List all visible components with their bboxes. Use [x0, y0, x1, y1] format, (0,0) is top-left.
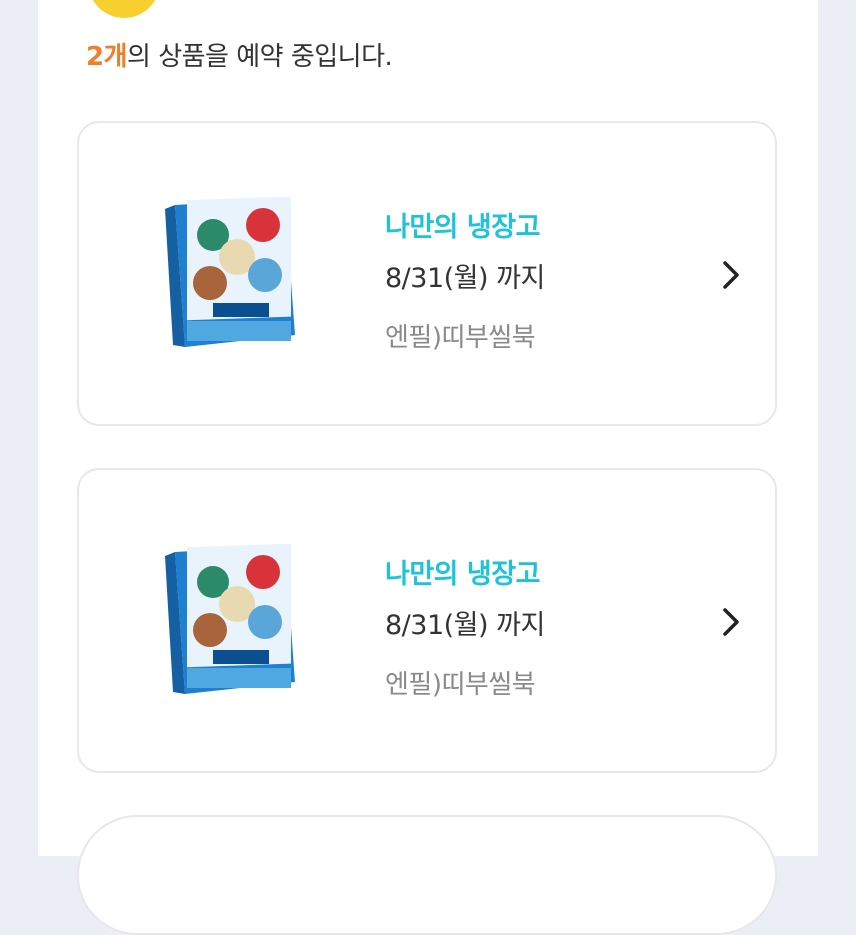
- chevron-right-icon[interactable]: [719, 606, 743, 638]
- sticker-book-box-image: [165, 543, 295, 694]
- reservation-info: 나만의 냉장고 8/31(월) 까지 엔필)띠부씰북: [385, 205, 545, 354]
- product-name: 엔필)띠부씰북: [385, 670, 536, 700]
- reservation-summary-text: 의 상품을 예약 중입니다.: [127, 42, 393, 72]
- pickup-deadline: 8/31(월) 까지: [385, 263, 545, 294]
- reservation-card[interactable]: 나만의 냉장고 8/31(월) 까지 엔필)띠부씰북: [77, 468, 777, 773]
- reservation-info: 나만의 냉장고 8/31(월) 까지 엔필)띠부씰북: [385, 552, 545, 701]
- bottom-action-button[interactable]: [77, 815, 777, 935]
- reservation-summary: 2개의 상품을 예약 중입니다.: [86, 36, 393, 73]
- reservation-count: 2개: [86, 42, 128, 72]
- reservation-card[interactable]: 나만의 냉장고 8/31(월) 까지 엔필)띠부씰북: [77, 121, 777, 426]
- sticker-book-box-image: [165, 196, 295, 347]
- store-name: 나만의 냉장고: [385, 559, 540, 590]
- pickup-deadline: 8/31(월) 까지: [385, 610, 545, 641]
- chevron-right-icon[interactable]: [719, 259, 743, 291]
- store-name: 나만의 냉장고: [385, 212, 540, 243]
- product-name: 엔필)띠부씰북: [385, 323, 536, 353]
